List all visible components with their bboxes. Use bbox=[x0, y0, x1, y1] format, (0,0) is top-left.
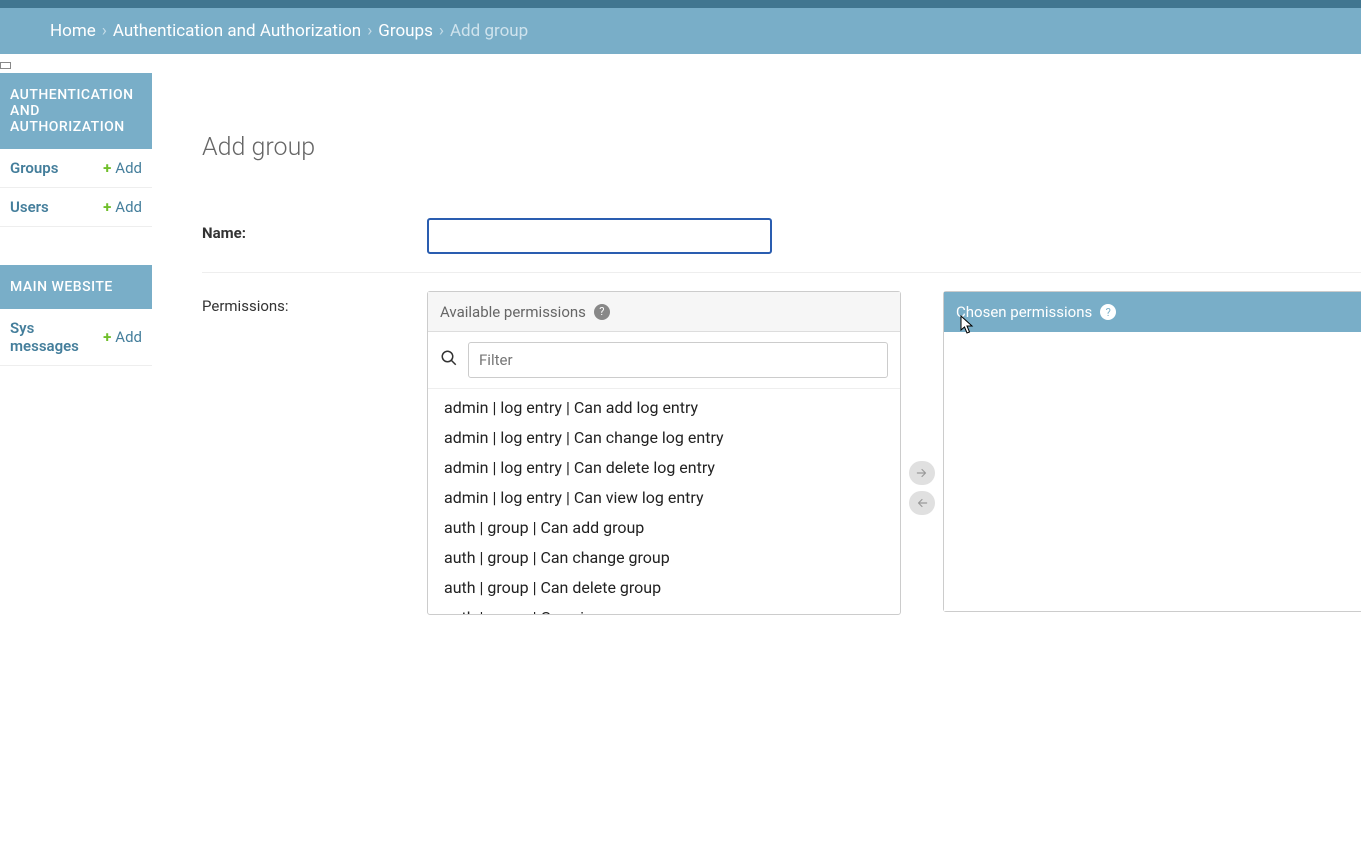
sidebar-add-label: Add bbox=[115, 328, 142, 346]
collapse-toggle[interactable] bbox=[0, 62, 11, 69]
sidebar-section-auth-title: AUTHENTICATION AND AUTHORIZATION bbox=[0, 73, 152, 149]
breadcrumb-groups[interactable]: Groups bbox=[378, 21, 433, 41]
permission-option[interactable]: admin | log entry | Can change log entry bbox=[428, 423, 900, 453]
search-icon bbox=[440, 349, 458, 371]
topbar-accent bbox=[0, 0, 1361, 8]
help-icon[interactable]: ? bbox=[594, 304, 610, 320]
permission-option[interactable]: auth | group | Can view group bbox=[428, 603, 900, 614]
available-permissions-list[interactable]: admin | log entry | Can add log entryadm… bbox=[428, 389, 900, 614]
breadcrumb-auth[interactable]: Authentication and Authorization bbox=[113, 21, 361, 41]
name-input[interactable] bbox=[427, 218, 772, 254]
chosen-permissions-title: Chosen permissions bbox=[956, 303, 1092, 321]
permissions-filter-input[interactable] bbox=[468, 342, 888, 378]
chosen-permissions-box: Chosen permissions ? bbox=[943, 291, 1361, 612]
breadcrumb: Home › Authentication and Authorization … bbox=[0, 8, 1361, 54]
permission-option[interactable]: admin | log entry | Can add log entry bbox=[428, 393, 900, 423]
available-permissions-title: Available permissions bbox=[440, 303, 586, 321]
chosen-permissions-list[interactable] bbox=[944, 332, 1361, 611]
help-icon[interactable]: ? bbox=[1100, 304, 1116, 320]
permission-option[interactable]: auth | group | Can change group bbox=[428, 543, 900, 573]
breadcrumb-sep: › bbox=[439, 21, 444, 41]
permission-option[interactable]: auth | group | Can add group bbox=[428, 513, 900, 543]
page-title: Add group bbox=[202, 133, 1361, 162]
breadcrumb-home[interactable]: Home bbox=[50, 21, 96, 41]
plus-icon: + bbox=[103, 198, 111, 216]
sidebar-add-label: Add bbox=[115, 198, 142, 216]
sidebar-add-sys-messages[interactable]: + Add bbox=[103, 328, 142, 346]
sidebar-add-groups[interactable]: + Add bbox=[103, 159, 142, 177]
permission-option[interactable]: admin | log entry | Can delete log entry bbox=[428, 453, 900, 483]
sidebar-item-groups[interactable]: Groups bbox=[10, 159, 58, 177]
breadcrumb-sep: › bbox=[102, 21, 107, 41]
sidebar-item-sys-messages[interactable]: Sys messages bbox=[10, 319, 103, 355]
breadcrumb-current: Add group bbox=[450, 21, 528, 41]
name-label: Name: bbox=[202, 218, 427, 242]
available-permissions-box: Available permissions ? admin | log entr… bbox=[427, 291, 901, 615]
permissions-label: Permissions: bbox=[202, 291, 427, 315]
permission-option[interactable]: admin | log entry | Can view log entry bbox=[428, 483, 900, 513]
sidebar-add-users[interactable]: + Add bbox=[103, 198, 142, 216]
main-content: Add group Name: Permissions: Available p… bbox=[152, 73, 1361, 633]
permission-option[interactable]: auth | group | Can delete group bbox=[428, 573, 900, 603]
move-right-button[interactable] bbox=[909, 461, 935, 485]
sidebar-item-users[interactable]: Users bbox=[10, 198, 49, 216]
sidebar-add-label: Add bbox=[115, 159, 142, 177]
move-left-button[interactable] bbox=[909, 491, 935, 515]
plus-icon: + bbox=[103, 328, 111, 346]
plus-icon: + bbox=[103, 159, 111, 177]
sidebar: AUTHENTICATION AND AUTHORIZATION Groups … bbox=[0, 73, 152, 404]
breadcrumb-sep: › bbox=[367, 21, 372, 41]
sidebar-section-main-title: MAIN WEBSITE bbox=[0, 265, 152, 309]
